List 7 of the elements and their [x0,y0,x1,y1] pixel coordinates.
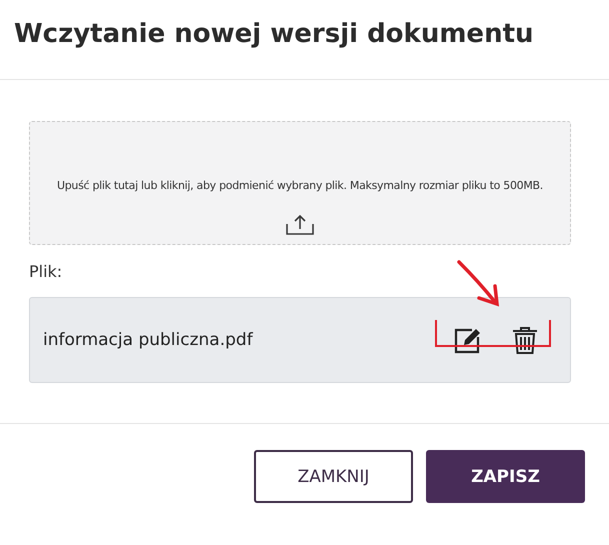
file-label: Plik: [29,262,64,281]
dialog-title: Wczytanie nowej wersji dokumentu [14,18,534,48]
close-button[interactable]: ZAMKNIJ [254,450,413,503]
drop-hint: Upuść plik tutaj lub kliknij, aby podmienić wybrany plik. Maksymalny rozmiar pliku to 500MB. [56,179,543,192]
save-button[interactable]: ZAPISZ [426,450,585,503]
drop-zone[interactable]: Upuść plik tutaj lub kliknij, aby podmienić wybrany plik. Maksymalny rozmiar pliku to 500MB. [29,121,571,245]
file-name: informacja publiczna.pdf [43,330,253,350]
